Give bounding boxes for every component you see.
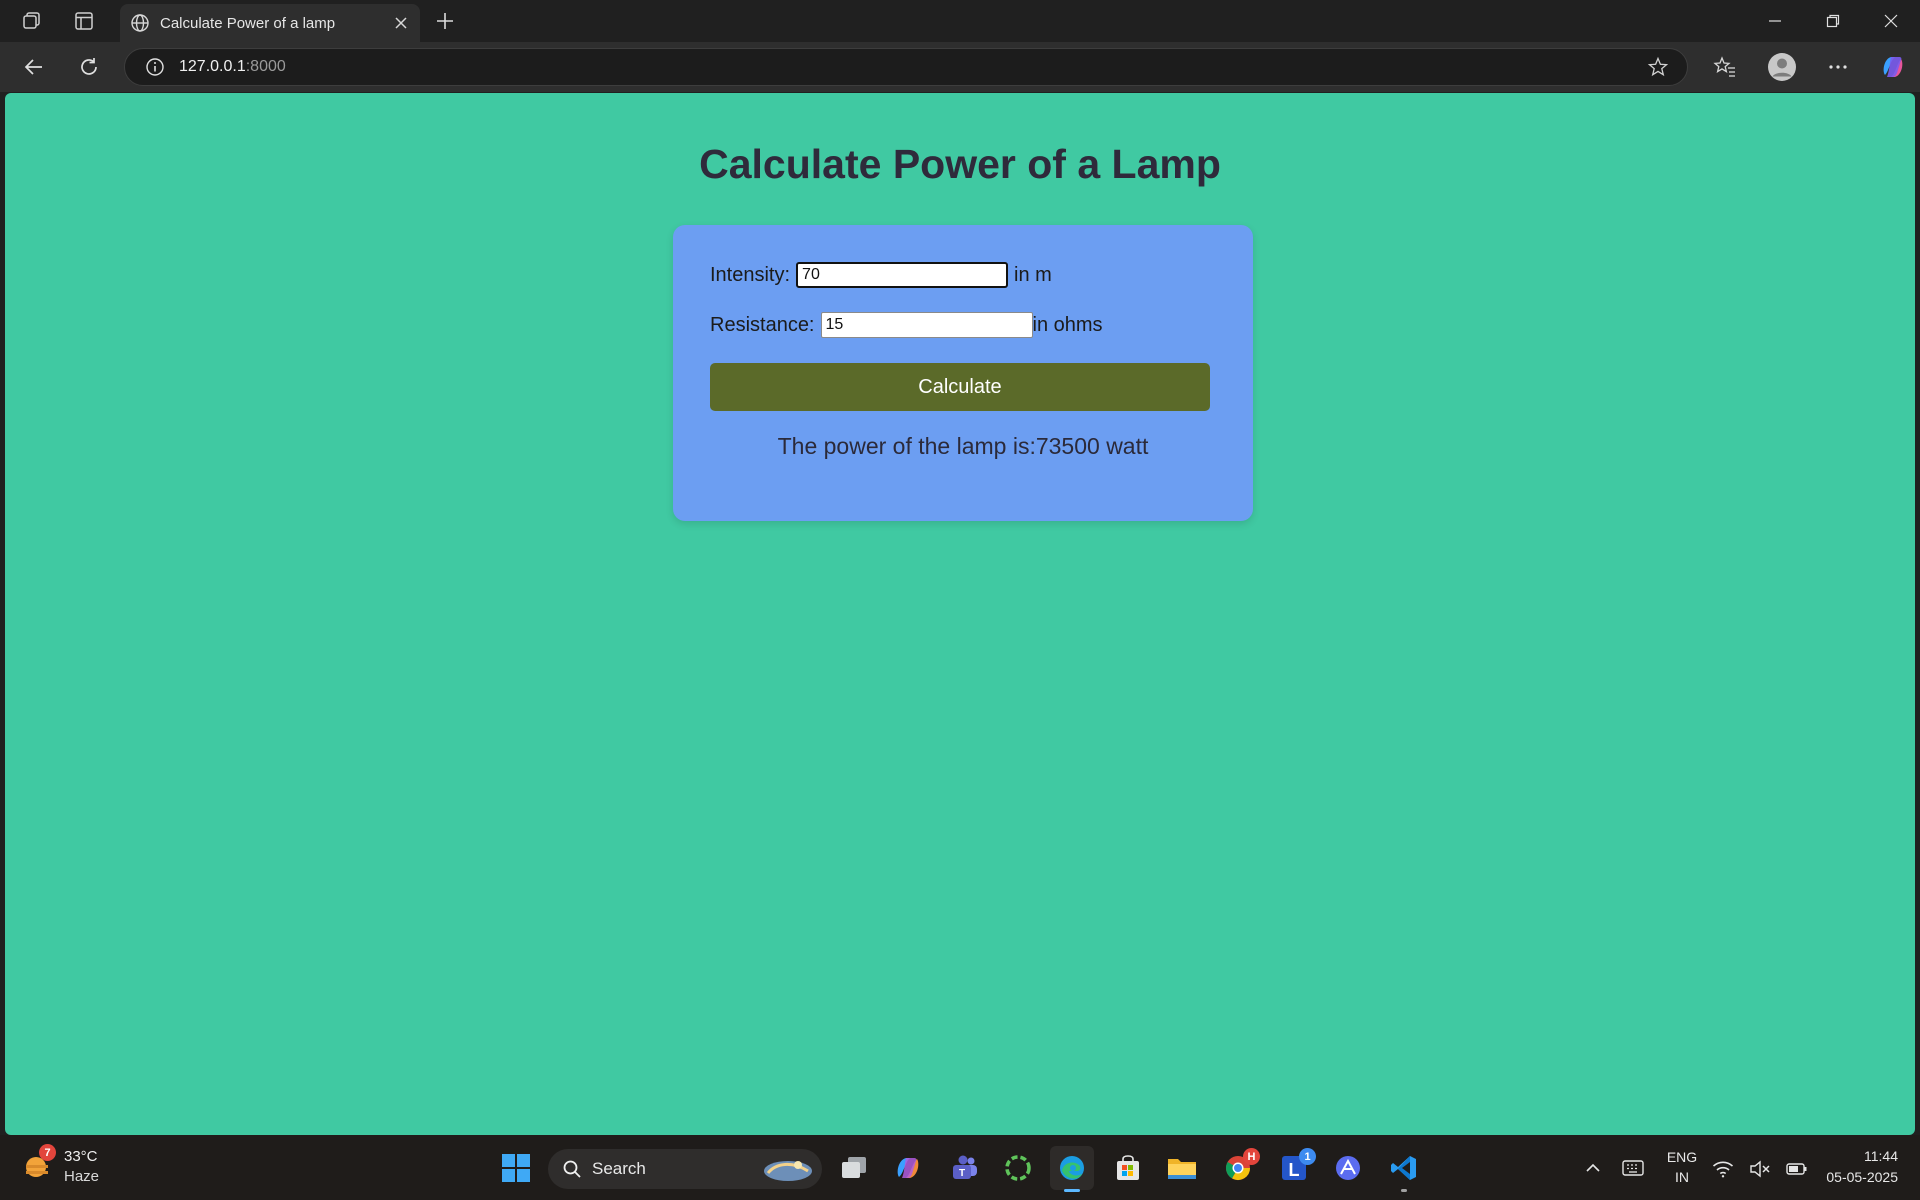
weather-desc: Haze	[64, 1168, 100, 1185]
new-tab-icon[interactable]	[431, 8, 459, 34]
weather-widget[interactable]: 7 33°C Haze	[22, 1144, 132, 1191]
start-button[interactable]	[494, 1146, 538, 1190]
microsoft-store-icon[interactable]	[1106, 1146, 1150, 1190]
running-indicator	[1401, 1189, 1407, 1192]
browser-toolbar: 127.0.0.1:8000	[0, 42, 1920, 92]
svg-text:T: T	[959, 1168, 965, 1179]
url-port: :8000	[245, 58, 286, 75]
file-explorer-icon[interactable]	[1160, 1146, 1204, 1190]
site-info-icon[interactable]	[145, 57, 165, 77]
refresh-icon[interactable]	[73, 51, 105, 83]
favorites-icon[interactable]	[1709, 51, 1741, 83]
battery-icon	[1786, 1160, 1808, 1178]
copilot-icon[interactable]	[1877, 51, 1909, 83]
l-app-icon[interactable]: L 1	[1272, 1146, 1316, 1190]
browser-tab-bar: Calculate Power of a lamp	[0, 0, 1920, 42]
resistance-unit: in ohms	[1032, 313, 1103, 336]
page-title: Calculate Power of a Lamp	[699, 141, 1221, 187]
proton-app-icon[interactable]	[1326, 1146, 1370, 1190]
intensity-label: Intensity:	[710, 263, 791, 286]
vertical-tabs-icon[interactable]	[70, 8, 98, 34]
taskbar: 7 33°C Haze Search T H L 1 ENG IN 11:44 …	[0, 1135, 1920, 1200]
chrome-badge: H	[1243, 1148, 1260, 1165]
lang-bottom: IN	[1675, 1169, 1689, 1185]
restore-icon[interactable]	[1804, 0, 1862, 42]
intensity-row: Intensity: in m	[710, 261, 1052, 289]
tab-title: Calculate Power of a lamp	[160, 14, 336, 32]
page-viewport: Calculate Power of a Lamp Intensity: in …	[5, 93, 1915, 1135]
touch-keyboard-icon[interactable]	[1610, 1146, 1656, 1190]
clock-time: 11:44	[1864, 1148, 1898, 1164]
resistance-row: Resistance: in ohms	[710, 311, 1103, 339]
intensity-input[interactable]	[796, 262, 1009, 288]
weather-temp: 33°C	[64, 1148, 98, 1165]
taskbar-search[interactable]: Search	[548, 1149, 822, 1189]
favorite-star-icon[interactable]	[1647, 56, 1669, 78]
intensity-unit: in m	[1014, 263, 1052, 286]
workspaces-icon[interactable]	[18, 8, 46, 34]
address-bar[interactable]: 127.0.0.1:8000	[124, 48, 1688, 86]
language-indicator[interactable]: ENG IN	[1658, 1147, 1706, 1191]
resistance-label: Resistance:	[710, 313, 815, 336]
active-indicator	[1064, 1189, 1080, 1192]
edge-browser-icon[interactable]	[1050, 1146, 1094, 1192]
close-window-icon[interactable]	[1862, 0, 1920, 42]
more-options-icon[interactable]	[1822, 51, 1854, 83]
volume-muted-icon	[1749, 1160, 1771, 1178]
weather-badge: 7	[39, 1144, 56, 1161]
url-host: 127.0.0.1	[179, 58, 246, 75]
system-tray-status[interactable]	[1712, 1149, 1808, 1189]
loading-ring-app-icon[interactable]	[996, 1146, 1040, 1190]
calculator-form: Intensity: in m Resistance: in ohms Calc…	[673, 225, 1253, 521]
copilot-app-icon[interactable]	[886, 1146, 930, 1190]
clock[interactable]: 11:44 05-05-2025	[1808, 1147, 1908, 1191]
search-icon	[562, 1159, 582, 1179]
tab-calculate-power[interactable]: Calculate Power of a lamp	[120, 4, 420, 42]
l-app-badge: 1	[1299, 1148, 1316, 1165]
clock-date: 05-05-2025	[1826, 1169, 1898, 1185]
calculate-button[interactable]: Calculate	[710, 363, 1210, 411]
profile-avatar-icon[interactable]	[1766, 51, 1798, 83]
lang-top: ENG	[1666, 1149, 1698, 1165]
resistance-input[interactable]	[820, 312, 1033, 338]
vscode-icon[interactable]	[1382, 1146, 1426, 1192]
svg-text:L: L	[1289, 1160, 1300, 1180]
result-text: The power of the lamp is:73500 watt	[777, 433, 1149, 459]
globe-icon	[130, 13, 150, 33]
minimize-icon[interactable]	[1746, 0, 1804, 42]
url-text: 127.0.0.1:8000	[179, 58, 286, 76]
search-label: Search	[592, 1159, 646, 1178]
back-arrow-icon[interactable]	[18, 51, 50, 83]
teams-icon[interactable]: T	[942, 1146, 986, 1190]
search-highlight-icon	[762, 1155, 814, 1183]
close-tab-icon[interactable]	[394, 16, 408, 30]
task-view-icon[interactable]	[832, 1146, 876, 1190]
chrome-icon[interactable]: H	[1216, 1146, 1260, 1190]
wifi-icon	[1712, 1160, 1734, 1178]
